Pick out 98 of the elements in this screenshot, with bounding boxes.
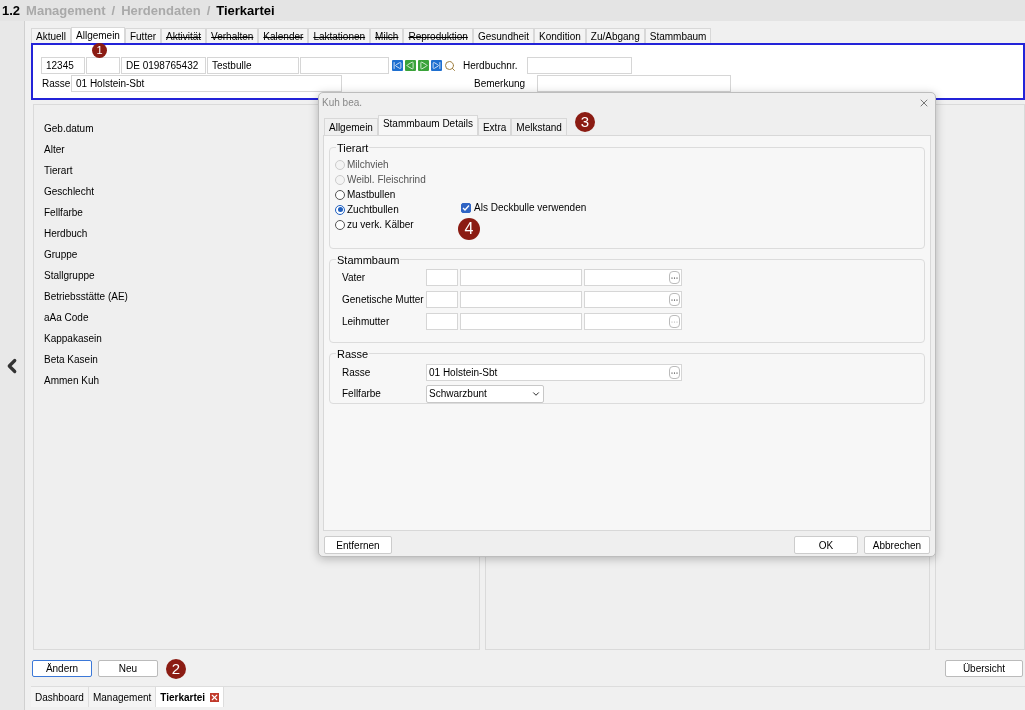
input-field[interactable] bbox=[460, 291, 582, 308]
dialog-title: Kuh bea. bbox=[322, 96, 363, 110]
remove-button[interactable]: Entfernen bbox=[324, 536, 392, 554]
ellipsis-icon bbox=[671, 371, 678, 374]
detail-label: Geschlecht bbox=[44, 185, 95, 199]
ellipsis-icon bbox=[671, 298, 678, 301]
field-label: Bemerkung bbox=[473, 77, 527, 91]
next-record-icon[interactable] bbox=[418, 59, 429, 71]
number-field[interactable]: 12345 bbox=[41, 57, 85, 74]
tab-label: Dashboard bbox=[35, 690, 84, 705]
close-icon[interactable] bbox=[210, 692, 220, 702]
ear-tag-field[interactable]: DE 0198765432 bbox=[121, 57, 206, 74]
detail-label: aAa Code bbox=[44, 311, 89, 325]
action-button[interactable]: Neu bbox=[98, 659, 158, 677]
detail-label: Beta Kasein bbox=[44, 353, 98, 367]
browse-button[interactable] bbox=[669, 315, 680, 328]
document-tab[interactable]: Dashboard bbox=[31, 687, 89, 707]
radio-label: Zuchtbullen bbox=[347, 203, 399, 217]
tab[interactable]: Extra bbox=[477, 118, 512, 135]
input-field[interactable] bbox=[86, 57, 120, 74]
cancel-button[interactable]: Abbrechen bbox=[864, 536, 930, 554]
tab[interactable]: Melkstand bbox=[511, 118, 567, 135]
remark-field[interactable] bbox=[537, 75, 731, 92]
field-label: Fellfarbe bbox=[342, 387, 382, 401]
detail-label: Fellfarbe bbox=[44, 206, 83, 220]
tab[interactable]: Reproduktion bbox=[403, 28, 473, 43]
breadcrumb-separator: / bbox=[111, 1, 116, 20]
input-field[interactable] bbox=[426, 269, 458, 286]
ellipsis-icon bbox=[671, 276, 678, 279]
tab[interactable]: Zu/Abgang bbox=[585, 28, 645, 43]
tab[interactable]: Kalender bbox=[258, 28, 309, 43]
detail-label: Ammen Kuh bbox=[44, 374, 100, 388]
field-label: Genetische Mutter bbox=[342, 293, 424, 307]
tab[interactable]: Verhalten bbox=[206, 28, 259, 43]
radio-label: Mastbullen bbox=[347, 188, 396, 202]
ok-button[interactable]: OK bbox=[794, 536, 858, 554]
tab[interactable]: Futter bbox=[124, 28, 162, 43]
radio-button[interactable] bbox=[335, 189, 345, 200]
search-icon[interactable] bbox=[444, 59, 456, 72]
detail-label: Kappakasein bbox=[44, 332, 102, 346]
herdbook-field[interactable] bbox=[527, 57, 632, 74]
document-tab[interactable]: Management bbox=[88, 687, 157, 707]
overview-button[interactable]: Übersicht bbox=[945, 659, 1023, 677]
tab[interactable]: Stammbaum Details bbox=[377, 115, 478, 135]
coat-color-select[interactable]: Schwarzbunt bbox=[426, 384, 544, 403]
detail-label: Geb.datum bbox=[44, 122, 94, 136]
tab[interactable]: Stammbaum bbox=[644, 28, 712, 43]
browse-button[interactable] bbox=[669, 293, 680, 306]
input-field[interactable] bbox=[584, 313, 682, 330]
tab[interactable]: Aktuell bbox=[31, 28, 71, 43]
checkbox[interactable] bbox=[461, 203, 471, 213]
action-button[interactable]: Ändern bbox=[32, 659, 92, 677]
tab[interactable]: Allgemein bbox=[71, 27, 125, 43]
breed-field[interactable]: 01 Holstein-Sbt bbox=[71, 75, 342, 92]
field-label: Rasse bbox=[41, 77, 71, 91]
tab-label: Tierkartei bbox=[160, 690, 206, 705]
radio-button[interactable] bbox=[335, 219, 345, 230]
radio-button[interactable] bbox=[335, 204, 345, 215]
first-record-icon[interactable] bbox=[392, 59, 403, 71]
field-label: Leihmutter bbox=[342, 315, 391, 329]
field-label: Vater bbox=[342, 271, 367, 285]
previous-record-icon[interactable] bbox=[405, 59, 416, 71]
name-field[interactable]: Testbulle bbox=[207, 57, 299, 74]
browse-button[interactable] bbox=[669, 366, 680, 379]
tab[interactable]: Gesundheit bbox=[472, 28, 535, 43]
breadcrumb-item: Tierkartei bbox=[216, 1, 275, 20]
field-label: Rasse bbox=[342, 366, 372, 380]
tab[interactable]: Laktationen bbox=[308, 28, 371, 43]
input-field[interactable] bbox=[584, 269, 682, 286]
input-field[interactable] bbox=[584, 291, 682, 308]
radio-label: zu verk. Kälber bbox=[347, 218, 414, 232]
radio-label: Weibl. Fleischrind bbox=[347, 173, 426, 187]
detail-label: Herdbuch bbox=[44, 227, 88, 241]
section-number: 1.2 bbox=[2, 1, 21, 20]
tab-label: Management bbox=[92, 690, 152, 705]
tab[interactable]: Kondition bbox=[534, 28, 586, 43]
radio-label: Milchvieh bbox=[347, 158, 389, 172]
tab[interactable]: Allgemein bbox=[324, 118, 378, 135]
detail-label: Betriebsstätte (AE) bbox=[44, 290, 128, 304]
tab[interactable]: Aktivität bbox=[161, 28, 207, 43]
tab[interactable]: Milch bbox=[370, 28, 404, 43]
last-record-icon[interactable] bbox=[431, 59, 442, 71]
step-badge: 2 bbox=[166, 659, 186, 679]
breed-field[interactable]: 01 Holstein-Sbt bbox=[426, 364, 682, 381]
detail-label: Gruppe bbox=[44, 248, 78, 262]
field-label: Herdbuchnr. bbox=[463, 59, 519, 73]
browse-button[interactable] bbox=[669, 271, 680, 284]
input-field[interactable] bbox=[426, 313, 458, 330]
detail-label: Alter bbox=[44, 143, 65, 157]
breadcrumb-separator: / bbox=[206, 1, 211, 20]
checkbox-label: Als Deckbulle verwenden bbox=[474, 203, 587, 213]
detail-label: Stallgruppe bbox=[44, 269, 95, 283]
input-field[interactable] bbox=[426, 291, 458, 308]
document-tab[interactable]: Tierkartei bbox=[156, 687, 225, 707]
input-field[interactable] bbox=[460, 313, 582, 330]
input-field[interactable] bbox=[460, 269, 582, 286]
detail-label: Tierart bbox=[44, 164, 73, 178]
input-field[interactable] bbox=[300, 57, 389, 74]
